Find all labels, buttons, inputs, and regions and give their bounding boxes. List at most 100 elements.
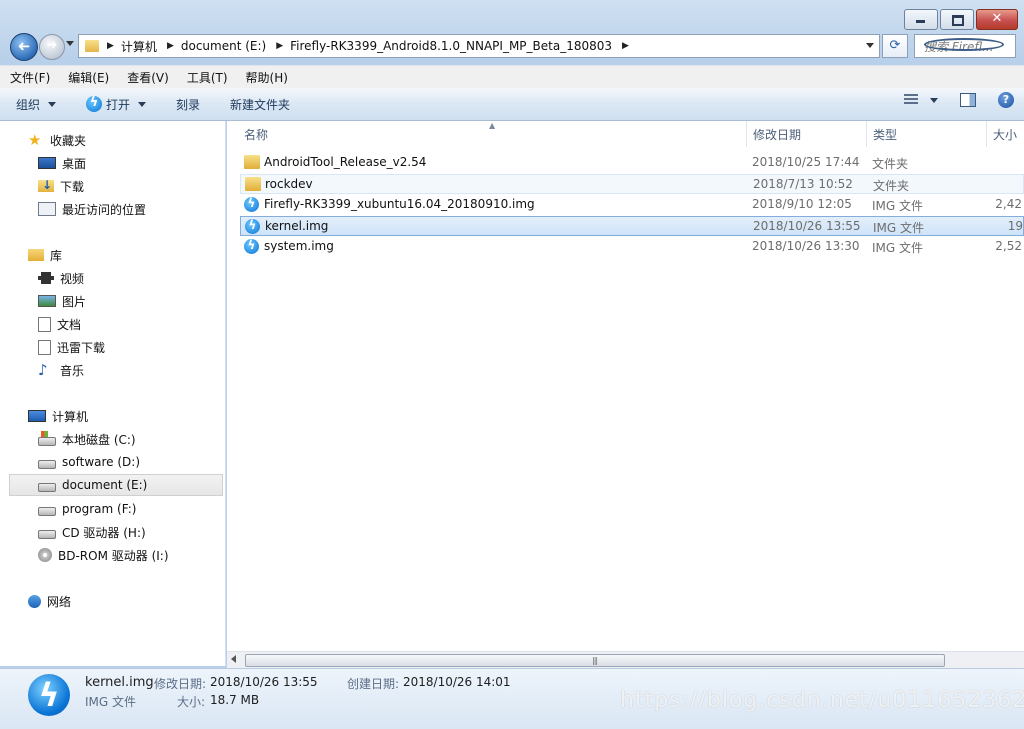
nav-thunder-label: 迅雷下载 xyxy=(57,340,106,355)
scroll-left-icon[interactable] xyxy=(231,655,236,663)
back-button[interactable] xyxy=(10,33,38,61)
column-divider[interactable] xyxy=(866,121,867,147)
grip-icon: ||| xyxy=(592,656,598,665)
nav-drive-i[interactable]: BD-ROM 驱动器 (I:) xyxy=(0,544,224,566)
hard-drive-icon xyxy=(38,506,56,516)
disc-icon xyxy=(38,548,52,562)
nav-pictures-label: 图片 xyxy=(62,294,87,309)
view-details-icon[interactable] xyxy=(904,94,918,106)
menu-bar: 文件(F) 编辑(E) 查看(V) 工具(T) 帮助(H) xyxy=(0,65,1024,88)
burn-label: 刻录 xyxy=(176,97,201,112)
file-row[interactable]: AndroidTool_Release_v2.54 2018/10/25 17:… xyxy=(240,153,1024,173)
file-row[interactable]: Firefly-RK3399_xubuntu16.04_20180910.img… xyxy=(240,195,1024,215)
refresh-button[interactable]: ⟳ xyxy=(882,34,908,58)
nav-favorites[interactable]: ★ 收藏夹 xyxy=(0,129,224,151)
close-button[interactable] xyxy=(976,9,1018,30)
details-filetype: IMG 文件 xyxy=(85,695,137,709)
file-date: 2018/9/10 12:05 xyxy=(752,197,852,211)
nav-desktop[interactable]: 桌面 xyxy=(0,152,224,174)
file-type: IMG 文件 xyxy=(872,199,924,213)
nav-drive-e-label: document (E:) xyxy=(62,478,148,492)
address-dropdown-icon[interactable] xyxy=(866,43,874,48)
file-row[interactable]: system.img 2018/10/26 13:30 IMG 文件 2,52 xyxy=(240,237,1024,257)
column-header-date[interactable]: 修改日期 xyxy=(753,121,863,147)
file-date: 2018/10/26 13:30 xyxy=(752,239,860,253)
flash-image-file-icon xyxy=(244,238,259,254)
nav-drive-c-label: 本地磁盘 (C:) xyxy=(62,432,136,447)
maximize-button[interactable] xyxy=(940,9,974,30)
file-row[interactable]: rockdev 2018/7/13 10:52 文件夹 xyxy=(240,174,1024,194)
breadcrumb-drive[interactable]: document (E:) xyxy=(181,39,266,53)
open-button[interactable]: 打开 xyxy=(66,92,156,116)
view-options-dropdown[interactable] xyxy=(930,97,938,103)
menu-help[interactable]: 帮助(H) xyxy=(236,69,296,86)
address-bar[interactable]: ▶ 计算机 ▶ document (E:) ▶ Firefly-RK3399_A… xyxy=(78,34,880,58)
nav-computer[interactable]: 计算机 xyxy=(0,405,224,427)
help-icon[interactable]: ? xyxy=(998,92,1014,108)
horizontal-scrollbar[interactable]: ||| xyxy=(227,651,1024,668)
nav-favorites-label: 收藏夹 xyxy=(50,133,87,148)
folder-icon xyxy=(244,155,260,169)
organize-button[interactable]: 组织 xyxy=(0,92,66,116)
nav-videos[interactable]: 视频 xyxy=(0,267,224,289)
sort-ascending-icon: ▲ xyxy=(489,121,496,130)
chevron-right-icon[interactable]: ▶ xyxy=(167,41,174,51)
menu-file[interactable]: 文件(F) xyxy=(0,69,58,86)
nav-documents[interactable]: 文档 xyxy=(0,313,224,335)
file-row[interactable]: kernel.img 2018/10/26 13:55 IMG 文件 19 xyxy=(240,216,1024,236)
file-size: 2,42 xyxy=(995,197,1022,211)
details-size-label: 大小: xyxy=(177,695,206,709)
forward-button[interactable] xyxy=(39,34,65,60)
star-icon: ★ xyxy=(28,131,42,149)
nav-network[interactable]: 网络 xyxy=(0,590,224,612)
nav-recent-places[interactable]: 最近访问的位置 xyxy=(0,198,224,220)
nav-drive-d-label: software (D:) xyxy=(62,455,140,469)
chevron-right-icon[interactable]: ▶ xyxy=(107,41,114,51)
recent-places-icon xyxy=(38,202,56,216)
nav-music[interactable]: ♪ 音乐 xyxy=(0,359,224,381)
burn-button[interactable]: 刻录 xyxy=(156,92,210,116)
column-divider[interactable] xyxy=(986,121,987,147)
chevron-right-icon[interactable]: ▶ xyxy=(622,41,629,51)
flash-tool-icon xyxy=(86,95,103,112)
music-note-icon: ♪ xyxy=(38,361,48,379)
preview-pane-icon[interactable] xyxy=(960,93,976,107)
nav-drive-f[interactable]: program (F:) xyxy=(0,498,224,520)
nav-pictures[interactable]: 图片 xyxy=(0,290,224,312)
new-folder-button[interactable]: 新建文件夹 xyxy=(210,92,300,116)
nav-drive-h[interactable]: CD 驱动器 (H:) xyxy=(0,521,224,543)
file-name: AndroidTool_Release_v2.54 xyxy=(264,155,427,169)
column-header-type[interactable]: 类型 xyxy=(873,121,983,147)
file-type: IMG 文件 xyxy=(872,241,924,255)
recent-pages-dropdown[interactable] xyxy=(66,41,74,46)
menu-view[interactable]: 查看(V) xyxy=(117,69,177,86)
chevron-right-icon[interactable]: ▶ xyxy=(276,41,283,51)
nav-libraries[interactable]: 库 xyxy=(0,244,224,266)
video-library-icon xyxy=(38,272,54,284)
details-created-value: 2018/10/26 14:01 xyxy=(403,675,511,689)
nav-recent-label: 最近访问的位置 xyxy=(62,202,147,217)
nav-thunder-downloads[interactable]: 迅雷下载 xyxy=(0,336,224,358)
breadcrumb-computer[interactable]: 计算机 xyxy=(121,38,157,55)
column-type-label: 类型 xyxy=(873,127,898,142)
navigation-pane: ★ 收藏夹 桌面 下载 最近访问的位置 库 视频 图片 文档 xyxy=(0,121,226,666)
scrollbar-thumb[interactable]: ||| xyxy=(245,654,945,667)
nav-drive-e[interactable]: document (E:) xyxy=(9,474,223,496)
file-size: 19 xyxy=(1007,219,1023,233)
column-header-size[interactable]: 大小 xyxy=(993,121,1024,147)
menu-tools[interactable]: 工具(T) xyxy=(177,69,236,86)
organize-label: 组织 xyxy=(16,97,41,112)
details-size-value: 18.7 MB xyxy=(210,693,260,707)
column-divider[interactable] xyxy=(746,121,747,147)
menu-edit[interactable]: 编辑(E) xyxy=(58,69,117,86)
network-icon xyxy=(28,594,41,608)
minimize-button[interactable] xyxy=(904,9,938,30)
nav-drive-d[interactable]: software (D:) xyxy=(0,451,224,473)
search-input[interactable]: 搜索 Firefl... xyxy=(914,34,1016,58)
nav-drive-c[interactable]: 本地磁盘 (C:) xyxy=(0,428,224,450)
hard-drive-icon xyxy=(38,459,56,469)
nav-downloads[interactable]: 下载 xyxy=(0,175,224,197)
command-bar: 组织 打开 刻录 新建文件夹 ? xyxy=(0,88,1024,121)
breadcrumb-folder[interactable]: Firefly-RK3399_Android8.1.0_NNAPI_MP_Bet… xyxy=(290,39,612,53)
explorer-window: ▶ 计算机 ▶ document (E:) ▶ Firefly-RK3399_A… xyxy=(0,0,1024,729)
